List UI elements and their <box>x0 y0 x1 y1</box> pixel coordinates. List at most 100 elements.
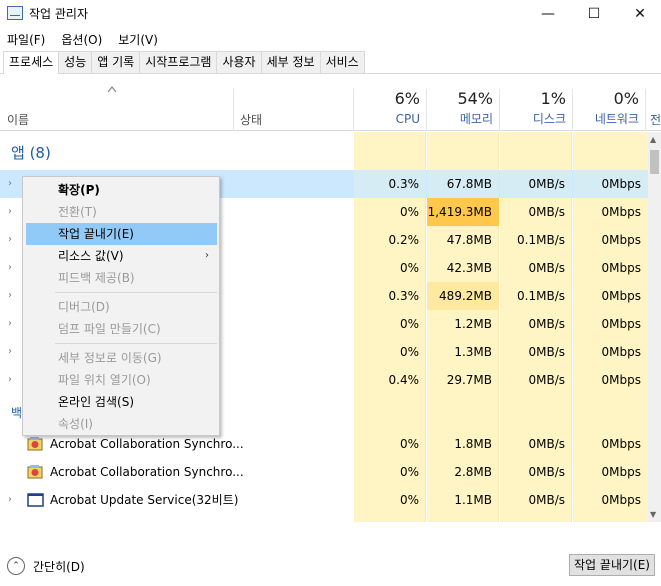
maximize-button[interactable]: ☐ <box>571 0 617 28</box>
expand-chevron-icon[interactable]: › <box>8 179 15 189</box>
network-cell: 0Mbps <box>601 205 641 219</box>
cpu-cell: 0% <box>399 493 419 507</box>
close-button[interactable]: ✕ <box>617 0 661 28</box>
menu-file[interactable]: 파일(F) <box>7 31 45 48</box>
tab-performance[interactable]: 성능 <box>58 51 93 73</box>
cpu-cell: 0.3% <box>388 289 420 303</box>
menu-item-search-online[interactable]: 온라인 검색(S) <box>26 391 217 413</box>
tab-users[interactable]: 사용자 <box>216 51 262 73</box>
scrollbar-thumb[interactable] <box>650 150 659 174</box>
header-status[interactable]: 상태 <box>240 111 262 128</box>
cpu-cell: 0% <box>399 317 419 331</box>
memory-cell: 1.1MB <box>454 493 492 507</box>
vertical-scrollbar[interactable]: ▲ ▼ <box>648 132 661 522</box>
header-memory[interactable]: 54% 메모리 <box>427 89 499 131</box>
disk-percent: 1% <box>540 89 566 108</box>
network-percent: 0% <box>613 89 639 108</box>
menu-item-feedback[interactable]: 피드백 제공(B) <box>26 267 217 289</box>
menu-item-open-location[interactable]: 파일 위치 열기(O) <box>26 369 217 391</box>
header-cpu[interactable]: 6% CPU <box>354 89 426 131</box>
expand-chevron-icon[interactable]: › <box>8 319 15 329</box>
disk-cell: 0.1MB/s <box>517 233 565 247</box>
memory-cell: 29.7MB <box>446 373 492 387</box>
cpu-cell: 0.3% <box>354 170 426 198</box>
network-cell: 0Mbps <box>601 345 641 359</box>
disk-cell: 0MB/s <box>528 373 565 387</box>
menu-view[interactable]: 보기(V) <box>118 31 158 48</box>
network-cell: 0Mbps <box>573 170 648 198</box>
cpu-cell: 0% <box>399 465 419 479</box>
network-cell: 0Mbps <box>601 373 641 387</box>
header-network[interactable]: 0% 네트워크 <box>573 89 645 131</box>
memory-cell: 67.8MB <box>427 170 499 198</box>
cpu-percent: 6% <box>394 89 420 108</box>
disk-cell: 0MB/s <box>528 205 565 219</box>
menu-item-resource-values[interactable]: 리소스 값(V) › <box>26 245 217 267</box>
network-cell: 0Mbps <box>601 465 641 479</box>
menu-item-end-task[interactable]: 작업 끝내기(E) <box>26 223 217 245</box>
footer-bar: ⌃ 간단히(D) 작업 끝내기(E) <box>0 545 661 586</box>
memory-cell: 1.8MB <box>454 437 492 451</box>
memory-label: 메모리 <box>459 112 493 126</box>
menu-bar: 파일(F) 옵션(O) 보기(V) <box>0 28 661 50</box>
group-title-background: 백 <box>11 406 23 420</box>
fewer-details-link[interactable]: 간단히(D) <box>33 558 85 575</box>
network-cell: 0Mbps <box>601 289 641 303</box>
disk-cell: 0MB/s <box>528 493 565 507</box>
disk-cell: 0.1MB/s <box>517 289 565 303</box>
menu-item-debug[interactable]: 디버그(D) <box>26 296 217 318</box>
menu-item-label: 리소스 값(V) <box>58 249 124 263</box>
memory-cell: 2.8MB <box>454 465 492 479</box>
minimize-button[interactable]: — <box>525 0 571 28</box>
tab-processes[interactable]: 프로세스 <box>3 51 60 74</box>
cpu-cell: 0% <box>399 437 419 451</box>
group-row: 앱 (8) <box>0 132 648 162</box>
table-row[interactable]: Acrobat Collaboration Synchro... 0% 2.8M… <box>0 458 648 486</box>
tab-startup[interactable]: 시작프로그램 <box>139 51 218 73</box>
network-label: 네트워크 <box>594 112 639 126</box>
tab-app-history[interactable]: 앱 기록 <box>91 51 141 73</box>
expand-chevron-icon[interactable]: › <box>8 347 15 357</box>
memory-cell: 1,419.3MB <box>427 198 499 226</box>
process-name: Acrobat Collaboration Synchro... <box>50 465 244 479</box>
expand-chevron-icon[interactable]: › <box>8 263 15 273</box>
tab-strip: 프로세스 성능 앱 기록 시작프로그램 사용자 세부 정보 서비스 <box>0 51 661 74</box>
network-cell: 0Mbps <box>601 493 641 507</box>
expand-chevron-icon[interactable]: › <box>8 207 15 217</box>
header-name[interactable]: 이름 <box>7 111 29 128</box>
expand-chevron-icon[interactable]: › <box>8 495 15 505</box>
memory-cell: 42.3MB <box>446 261 492 275</box>
collapse-up-icon[interactable]: ⌃ <box>7 557 25 575</box>
window-title: 작업 관리자 <box>29 7 89 21</box>
acrobat-sync-icon <box>27 437 43 451</box>
service-window-icon <box>27 493 44 507</box>
menu-item-properties[interactable]: 속성(I) <box>26 413 217 435</box>
context-menu: 확장(P) 전환(T) 작업 끝내기(E) 리소스 값(V) › 피드백 제공(… <box>22 176 220 436</box>
scroll-up-icon[interactable]: ▲ <box>650 135 656 144</box>
menu-item-dump[interactable]: 덤프 파일 만들기(C) <box>26 318 217 340</box>
menu-item-go-to-details[interactable]: 세부 정보로 이동(G) <box>26 347 217 369</box>
menu-item-expand[interactable]: 확장(P) <box>26 179 217 201</box>
disk-label: 디스크 <box>532 112 566 126</box>
header-next-partial[interactable]: 전 <box>650 111 661 128</box>
expand-chevron-icon[interactable]: › <box>8 375 15 385</box>
menu-options[interactable]: 옵션(O) <box>61 31 102 48</box>
menu-separator <box>55 292 217 293</box>
disk-cell: 0MB/s <box>528 345 565 359</box>
menu-item-switch[interactable]: 전환(T) <box>26 201 217 223</box>
scroll-down-icon[interactable]: ▼ <box>650 510 656 519</box>
disk-cell: 0MB/s <box>500 170 572 198</box>
disk-cell: 0MB/s <box>528 465 565 479</box>
end-task-button[interactable]: 작업 끝내기(E) <box>569 554 655 576</box>
table-row[interactable]: › Acrobat Update Service(32비트) 0% 1.1MB … <box>0 486 648 514</box>
network-cell: 0Mbps <box>601 261 641 275</box>
tab-services[interactable]: 서비스 <box>319 51 365 73</box>
expand-chevron-icon[interactable]: › <box>8 291 15 301</box>
task-manager-icon <box>7 6 23 20</box>
memory-percent: 54% <box>457 89 493 108</box>
expand-chevron-icon[interactable]: › <box>8 235 15 245</box>
tab-details[interactable]: 세부 정보 <box>260 51 321 73</box>
memory-cell: 489.2MB <box>427 282 499 310</box>
header-disk[interactable]: 1% 디스크 <box>500 89 572 131</box>
memory-cell: 1.2MB <box>454 317 492 331</box>
